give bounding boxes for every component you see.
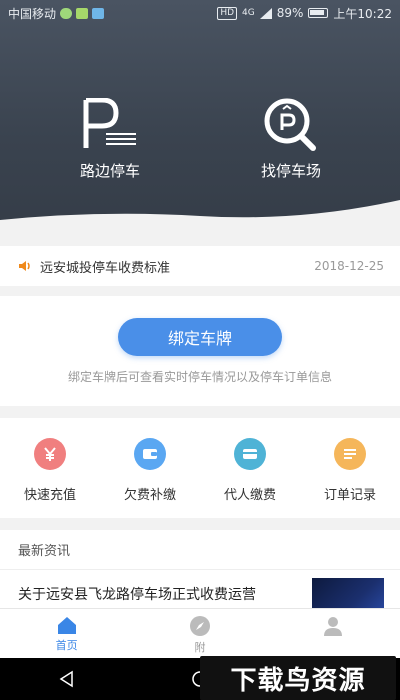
bind-plate-tip: 绑定车牌后可查看实时停车情况以及停车订单信息 <box>67 370 332 384</box>
battery-icon <box>308 8 329 18</box>
app-notify-icon-2 <box>92 7 105 19</box>
action-label: 代人缴费 <box>223 488 276 503</box>
action-arrears-payment[interactable]: 欠费补缴 <box>100 418 200 518</box>
bind-plate-card: 绑定车牌 绑定车牌后可查看实时停车情况以及停车订单信息 <box>0 296 400 406</box>
action-pay-for-others[interactable]: 代人缴费 <box>200 418 300 518</box>
roadside-parking-label: 路边停车 <box>79 162 140 180</box>
speaker-icon <box>19 261 30 271</box>
find-parking-lot-button[interactable]: 找停车场 <box>236 96 346 181</box>
wechat-icon <box>60 7 73 19</box>
carrier-label: 中国移动 <box>8 6 57 21</box>
compass-icon <box>189 616 210 636</box>
action-label: 订单记录 <box>323 488 376 503</box>
signal-icon <box>259 7 272 19</box>
home-icon <box>57 617 76 634</box>
find-parking-lot-label: 找停车场 <box>260 162 321 180</box>
tab-label: 附 <box>194 641 206 654</box>
hd-label: HD <box>217 6 238 20</box>
nav-back-button[interactable] <box>0 670 133 688</box>
news-heading: 最新资讯 <box>0 530 400 570</box>
bind-plate-button[interactable]: 绑定车牌 <box>118 318 282 356</box>
tab-label: 首页 <box>55 639 78 652</box>
action-order-records[interactable]: 订单记录 <box>300 418 400 518</box>
hero-wave-divider <box>0 200 400 230</box>
card-icon <box>234 438 266 470</box>
parking-p-icon <box>83 98 136 148</box>
news-thumbnail <box>312 578 384 608</box>
tab-home[interactable]: 首页 <box>0 609 133 658</box>
clock: 上午10:22 <box>333 6 392 21</box>
wallet-icon <box>134 438 166 470</box>
tab-profile[interactable] <box>267 609 400 658</box>
hero-header: 中国移动 HD 4G 89% 上午10:22 路边停车 找停车场 <box>0 0 400 230</box>
action-label: 欠费补缴 <box>123 488 176 503</box>
action-label: 快速充值 <box>23 488 76 503</box>
back-icon <box>59 670 73 688</box>
quick-actions: 快速充值 欠费补缴 代人缴费 订单记录 <box>0 418 400 518</box>
app-notify-icon <box>76 7 89 19</box>
news-title: 关于远安县飞龙路停车场正式收费运营 <box>18 587 256 603</box>
notice-text: 远安城投停车收费标准 <box>40 260 171 276</box>
notice-date: 2018-12-25 <box>314 259 384 273</box>
status-bar: 中国移动 HD 4G 89% 上午10:22 <box>0 0 400 26</box>
search-parking-icon <box>264 98 316 151</box>
news-section: 最新资讯 关于远安县飞龙路停车场正式收费运营 <box>0 530 400 608</box>
tab-nearby[interactable]: 附 <box>133 609 266 658</box>
roadside-parking-button[interactable]: 路边停车 <box>55 96 165 181</box>
notice-bar[interactable]: 远安城投停车收费标准 2018-12-25 <box>0 246 400 286</box>
list-icon <box>334 438 366 470</box>
signal-label: 4G <box>242 8 255 18</box>
watermark-logo: 下载鸟资源 <box>200 656 396 700</box>
user-icon <box>324 617 343 636</box>
yuan-icon <box>34 438 66 470</box>
action-quick-recharge[interactable]: 快速充值 <box>0 418 100 518</box>
news-item[interactable]: 关于远安县飞龙路停车场正式收费运营 <box>0 570 400 608</box>
tab-bar: 首页 附 <box>0 608 400 658</box>
battery-percent: 89% <box>276 6 304 20</box>
